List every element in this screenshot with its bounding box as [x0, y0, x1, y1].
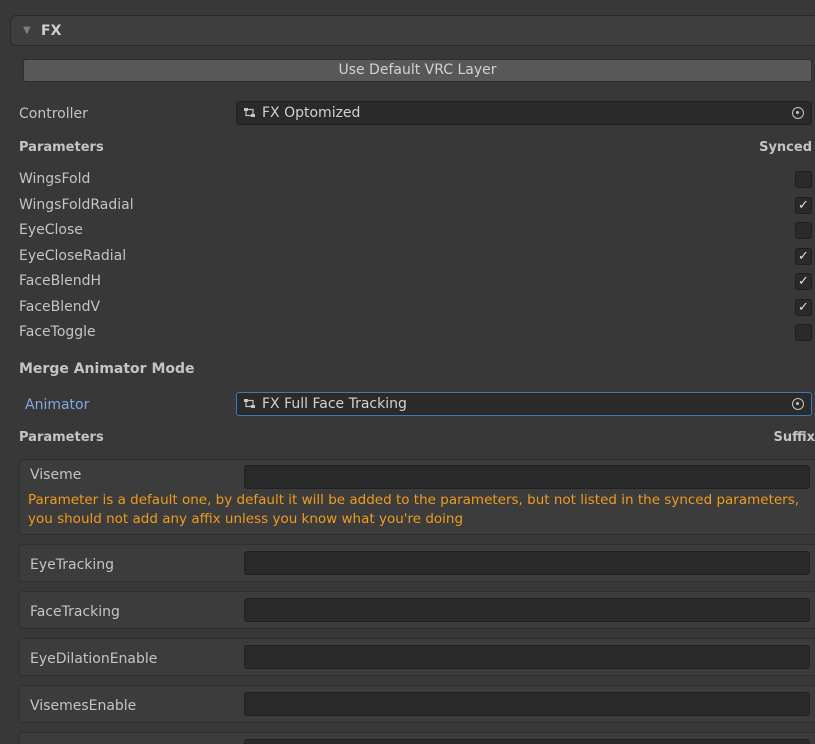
fx-foldout-header[interactable]: ▼ FX — [10, 15, 815, 46]
suffix-row: Viseme Parameter is a default one, by def… — [19, 459, 815, 535]
suffix-row: VisemesEnable — [19, 685, 815, 723]
suffix-row: EyeTracking — [19, 544, 815, 582]
synced-checkbox[interactable] — [795, 222, 812, 239]
suffix-parameter-name: FaceTracking — [30, 604, 120, 620]
suffix-input[interactable] — [244, 739, 810, 744]
synced-checkbox[interactable]: ✓ — [795, 298, 812, 316]
animator-field[interactable]: FX Full Face Tracking — [236, 392, 812, 416]
parameters-header-label: Parameters — [19, 140, 104, 155]
suffix-parameter-name: EyeDilationEnable — [30, 651, 158, 667]
inspector-panel: ▼ FX Use Default VRC Layer Controller FX… — [0, 0, 815, 744]
synced-header-label: Synced — [759, 140, 812, 155]
suffix-input[interactable] — [244, 645, 810, 669]
synced-checkbox[interactable]: ✓ — [795, 273, 812, 290]
animator-controller-icon — [244, 399, 255, 408]
animator-value: FX Full Face Tracking — [262, 396, 407, 412]
parameter-name: EyeCloseRadial — [19, 247, 127, 264]
suffix-parameters-header-label: Parameters — [19, 430, 104, 445]
synced-checkbox[interactable] — [795, 324, 812, 341]
parameter-name: WingsFold — [19, 171, 91, 187]
synced-checkbox[interactable]: ✓ — [795, 196, 812, 214]
parameter-name: EyeClose — [19, 222, 83, 238]
suffix-parameter-name: EyeTracking — [30, 557, 115, 573]
suffix-input[interactable] — [244, 598, 810, 622]
suffix-parameter-name: VisemesEnable — [30, 698, 137, 714]
parameter-name: WingsFoldRadial — [19, 196, 134, 213]
suffix-row: EyeDilationEnable — [19, 638, 815, 676]
foldout-arrow-icon[interactable]: ▼ — [23, 25, 35, 36]
use-default-vrc-layer-button[interactable]: Use Default VRC Layer — [23, 59, 812, 82]
animator-controller-icon — [244, 108, 255, 117]
parameter-name: FaceBlendH — [19, 273, 102, 289]
suffix-input[interactable] — [244, 692, 810, 716]
suffix-parameter-name: Viseme — [30, 467, 82, 483]
suffix-row: FaceTracking — [19, 591, 815, 629]
synced-checkbox[interactable]: ✓ — [795, 247, 812, 265]
suffix-row — [19, 732, 815, 744]
animator-label: Animator — [25, 397, 90, 413]
parameter-name: FaceBlendV — [19, 298, 101, 315]
default-parameter-warning: Parameter is a default one, by default i… — [28, 492, 800, 527]
suffix-input[interactable] — [244, 551, 810, 575]
suffix-input[interactable] — [244, 465, 810, 489]
merge-animator-mode-title: Merge Animator Mode — [19, 361, 195, 377]
parameter-name: FaceToggle — [19, 324, 96, 340]
controller-label: Controller — [19, 106, 88, 122]
controller-field[interactable]: FX Optomized — [236, 101, 812, 125]
synced-checkbox[interactable] — [795, 171, 812, 188]
object-picker-icon[interactable] — [792, 107, 804, 119]
object-picker-icon[interactable] — [792, 398, 804, 410]
fx-section-title: FX — [41, 22, 62, 39]
suffix-header-label: Suffix — [773, 430, 815, 445]
controller-value: FX Optomized — [262, 105, 361, 121]
